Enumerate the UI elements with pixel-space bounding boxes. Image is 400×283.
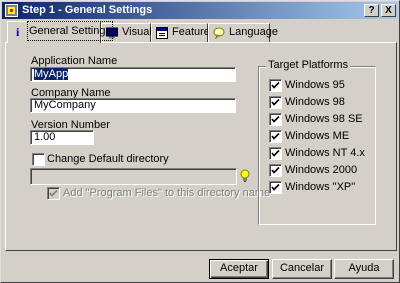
platform-label: Windows 98 SE [285,113,363,125]
change-directory-checkbox[interactable] [32,153,45,166]
app-name-input[interactable]: MyApp [30,67,236,82]
platform-label: Windows 98 [285,96,345,108]
platform-checkbox[interactable] [269,164,282,177]
lightbulb-icon[interactable] [240,169,250,183]
checkmark-icon [271,183,280,191]
title-bar[interactable]: Step 1 - General Settings ? X [2,2,398,19]
app-icon [5,4,18,17]
tab-label: Language [229,26,278,38]
tab-language[interactable]: Language [208,23,278,42]
close-title-button[interactable]: X [381,4,396,17]
target-platforms-title: Target Platforms [266,59,351,71]
platform-label: Windows NT 4.x [285,147,365,159]
app-name-label: Application Name [31,55,118,67]
svg-text:i: i [16,25,20,37]
platform-label: Windows 95 [285,79,345,91]
platform-checkbox[interactable] [269,147,282,160]
checkmark-icon [271,132,280,140]
checkmark-icon [271,81,280,89]
checkmark-icon [271,115,280,123]
version-number-input[interactable]: 1.00 [30,130,94,145]
speech-bubble-icon [213,27,225,39]
platform-checkbox[interactable] [269,181,282,194]
info-icon: i [16,25,20,37]
checkmark-icon [271,166,280,174]
platform-label: Windows ME [285,130,350,142]
help-title-button[interactable]: ? [364,4,379,17]
app-name-value: MyApp [34,68,69,80]
platform-checkbox[interactable] [269,79,282,92]
checkmark-icon [271,98,280,106]
tab-label: General Settings [27,21,113,41]
platform-label: Windows "XP" [285,181,356,193]
checkmark-icon [271,149,280,157]
accept-button[interactable]: Aceptar [209,259,269,279]
tab-general-settings[interactable]: i General Settings [7,21,113,43]
cancel-button[interactable]: Cancelar [272,259,332,279]
add-program-files-checkbox[interactable] [47,187,60,200]
checkmark-icon [49,189,58,197]
directory-input[interactable] [30,168,237,185]
platform-label: Windows 2000 [285,164,358,176]
settings-window: Step 1 - General Settings ? X i General … [0,0,400,283]
tab-features[interactable]: Features [151,23,215,42]
platform-checkbox[interactable] [269,130,282,143]
platform-checkbox[interactable] [269,96,282,109]
company-name-input[interactable]: MyCompany [30,98,236,113]
help-button[interactable]: Ayuda [334,259,394,279]
platform-checkbox[interactable] [269,113,282,126]
window-title: Step 1 - General Settings [22,4,153,16]
change-directory-label: Change Default directory [47,153,169,165]
features-window-icon [156,27,168,39]
add-program-files-label: Add "Program Files" to this directory na… [63,187,271,199]
tab-label: Visual [122,26,152,38]
